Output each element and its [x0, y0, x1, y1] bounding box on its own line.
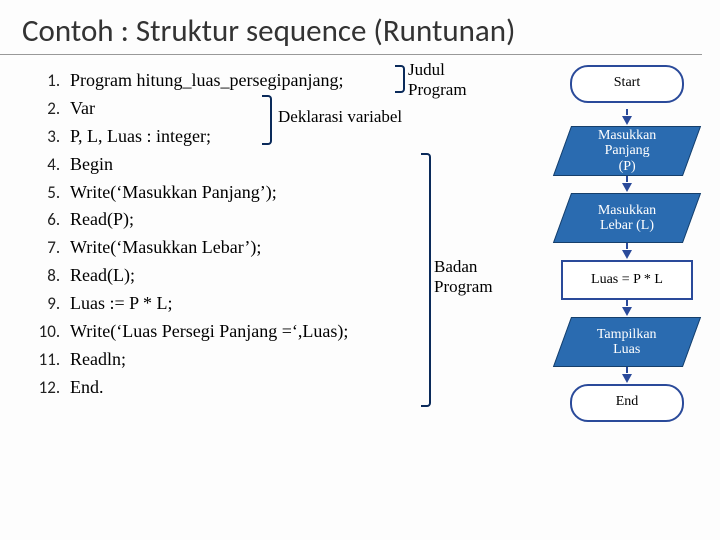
- bracket-judul: [395, 65, 405, 93]
- bracket-badan: [421, 153, 431, 407]
- flow-output: Tampilkan Luas: [553, 317, 701, 367]
- annotation-judul: Judul Program: [408, 60, 467, 100]
- flow-start: Start: [570, 65, 684, 103]
- flow-input-l: Masukkan Lebar (L): [553, 193, 701, 243]
- flow-process: Luas = P * L: [561, 260, 693, 300]
- annotation-deklarasi: Deklarasi variabel: [278, 107, 402, 127]
- annotation-badan: Badan Program: [434, 257, 493, 297]
- slide-title: Contoh : Struktur sequence (Runtunan): [0, 0, 702, 55]
- bracket-deklarasi: [262, 95, 272, 145]
- flow-end: End: [570, 384, 684, 422]
- flowchart: Start Masukkan Panjang (P) Masukkan Leba…: [556, 65, 698, 428]
- flow-input-p: Masukkan Panjang (P): [553, 126, 701, 176]
